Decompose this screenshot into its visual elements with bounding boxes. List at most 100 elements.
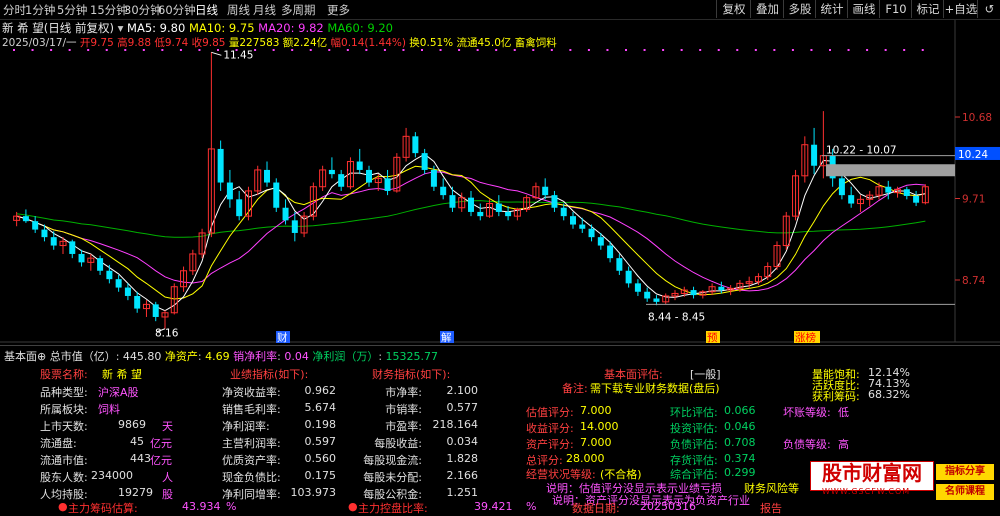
stock-name-label: 股票名称: bbox=[40, 368, 88, 381]
y-tick-label: 10.68 bbox=[962, 112, 992, 124]
performance-title: 业绩指标(如下): bbox=[230, 368, 309, 381]
toolbar-button-6[interactable]: 标记 bbox=[911, 0, 944, 18]
signal-dot bbox=[699, 49, 702, 51]
basic-label-1: 所属板块: bbox=[40, 403, 88, 416]
event-marker-label: 财 bbox=[277, 331, 288, 343]
signal-dot bbox=[903, 49, 906, 51]
signal-dot bbox=[847, 49, 850, 51]
signal-dot bbox=[495, 49, 498, 51]
candle-body-down bbox=[152, 304, 159, 317]
eval-mid-value-4: 0.299 bbox=[724, 466, 756, 479]
range-band bbox=[826, 164, 955, 177]
candle-body-down bbox=[264, 169, 270, 183]
candle-body-down bbox=[124, 287, 131, 296]
period-tab-2[interactable]: 5分钟 bbox=[57, 2, 87, 18]
signal-dot bbox=[272, 49, 275, 51]
high-marker bbox=[211, 51, 222, 56]
toolbar-button-4[interactable]: 画线 bbox=[847, 0, 880, 18]
period-tab-0[interactable]: 分时 bbox=[3, 2, 26, 18]
financial-value-2: 218.164 bbox=[432, 418, 479, 431]
candle-body-down bbox=[291, 220, 298, 233]
period-tab-1[interactable]: 1分钟 bbox=[25, 2, 55, 18]
basic-unit-4: 亿元 bbox=[150, 454, 172, 467]
toolbar-button-8[interactable]: ↺ bbox=[977, 0, 1000, 18]
signal-dot bbox=[105, 49, 108, 51]
signal-dot bbox=[458, 49, 461, 51]
period-tab-9[interactable]: 多周期 bbox=[281, 2, 316, 18]
stock-name-value: 新 希 望 bbox=[102, 368, 142, 381]
candle-body-down bbox=[282, 207, 289, 221]
low-label: 8.16 bbox=[155, 328, 179, 340]
candle-body-down bbox=[22, 216, 29, 222]
signal-dot bbox=[606, 49, 609, 51]
basic-value-2: 9869 bbox=[118, 418, 146, 431]
eval-mid-label-2: 负债评估: bbox=[670, 438, 718, 451]
financial-value-3: 0.034 bbox=[446, 435, 479, 448]
candle-body-down bbox=[236, 199, 243, 217]
basic-unit-3: 亿元 bbox=[150, 437, 172, 450]
eval-mid-value-0: 0.066 bbox=[724, 404, 756, 417]
chip-value-2: 68.32% bbox=[868, 388, 910, 401]
toolbar-button-1[interactable]: 叠加 bbox=[750, 0, 784, 18]
range-label-bottom: 8.44 - 8.45 bbox=[648, 311, 705, 323]
signal-dot bbox=[309, 49, 312, 51]
period-tab-3[interactable]: 15分钟 bbox=[90, 2, 128, 18]
eval-left-label-2: 资产评分: bbox=[526, 438, 574, 451]
signal-dot bbox=[291, 49, 294, 51]
period-tab-10[interactable]: 更多 bbox=[327, 2, 350, 18]
site-url: WWW.GSCFW.COM bbox=[822, 487, 911, 496]
tag-indicator-share[interactable]: 指标分享 bbox=[936, 464, 994, 480]
financial-label-4: 每股现金流: bbox=[363, 454, 422, 467]
financial-value-1: 0.577 bbox=[446, 401, 479, 414]
note-text: 需下载专业财务数据(盘后) bbox=[590, 382, 720, 395]
kline-chart[interactable]: 新 希 望(日线 前复权) ▾ MA5: 9.80 MA10: 9.75 MA2… bbox=[0, 20, 1000, 343]
period-tab-8[interactable]: 月线 bbox=[253, 2, 276, 18]
signal-dot bbox=[587, 49, 590, 51]
net-assets-value: 4.69 bbox=[205, 350, 230, 363]
candle-body-down bbox=[273, 182, 280, 208]
period-tab-5[interactable]: 60分钟 bbox=[158, 2, 196, 18]
signal-dot bbox=[161, 49, 164, 51]
basic-label-3: 流通盘: bbox=[40, 437, 77, 450]
candle-body-down bbox=[838, 178, 845, 196]
signal-dot bbox=[680, 49, 683, 51]
candle-body-down bbox=[41, 229, 48, 238]
candle-body-down bbox=[495, 203, 502, 212]
date-value: 20250316 bbox=[640, 500, 696, 513]
candle-body-down bbox=[97, 258, 104, 271]
event-marker-label: 解 bbox=[441, 331, 452, 343]
signal-dot bbox=[921, 49, 924, 51]
candle-body-down bbox=[570, 216, 576, 225]
period-tab-6[interactable]: 日线 bbox=[195, 2, 218, 18]
basic-value-1: 饲料 bbox=[98, 403, 120, 416]
eval-right-label-0: 坏账等级: bbox=[783, 406, 831, 419]
period-tab-7[interactable]: 周线 bbox=[227, 2, 250, 18]
total-mv-value: 445.80 bbox=[122, 350, 162, 363]
panel-title[interactable]: 基本面⊕ bbox=[4, 350, 46, 363]
basic-label-0: 品种类型: bbox=[40, 386, 88, 399]
signal-dot bbox=[791, 49, 794, 51]
signal-dot bbox=[884, 49, 887, 51]
candle-body-down bbox=[690, 290, 697, 296]
period-tab-4[interactable]: 30分钟 bbox=[124, 2, 162, 18]
signal-dot bbox=[254, 49, 257, 51]
toolbar-button-2[interactable]: 多股 bbox=[783, 0, 816, 18]
toolbar-button-7[interactable]: +自选 bbox=[943, 0, 978, 18]
candlestick-plot[interactable]: 10.68 9.71 8.74 10.24 11.45 8.16 10.22 - 10.07… bbox=[0, 20, 1000, 343]
candle-body-down bbox=[644, 291, 651, 299]
eval-right-value-1: 高 bbox=[838, 438, 849, 451]
signal-dot bbox=[476, 49, 479, 51]
candle-body-down bbox=[412, 136, 419, 154]
basic-label-5: 股东人数: bbox=[40, 471, 88, 484]
note-label: 备注: bbox=[562, 382, 588, 395]
signal-dot bbox=[754, 49, 757, 51]
toolbar-button-3[interactable]: 统计 bbox=[815, 0, 848, 18]
toolbar-button-0[interactable]: 复权 bbox=[716, 0, 751, 18]
tag-teacher-course[interactable]: 名师课程 bbox=[936, 484, 994, 500]
basic-label-2: 上市天数: bbox=[40, 420, 88, 433]
toolbar-button-5[interactable]: F10 bbox=[879, 0, 912, 18]
candle-body-down bbox=[653, 298, 660, 302]
financial-label-3: 每股收益: bbox=[374, 437, 422, 450]
financial-value-6: 1.251 bbox=[446, 486, 479, 499]
basic-label-4: 流通市值: bbox=[40, 454, 88, 467]
